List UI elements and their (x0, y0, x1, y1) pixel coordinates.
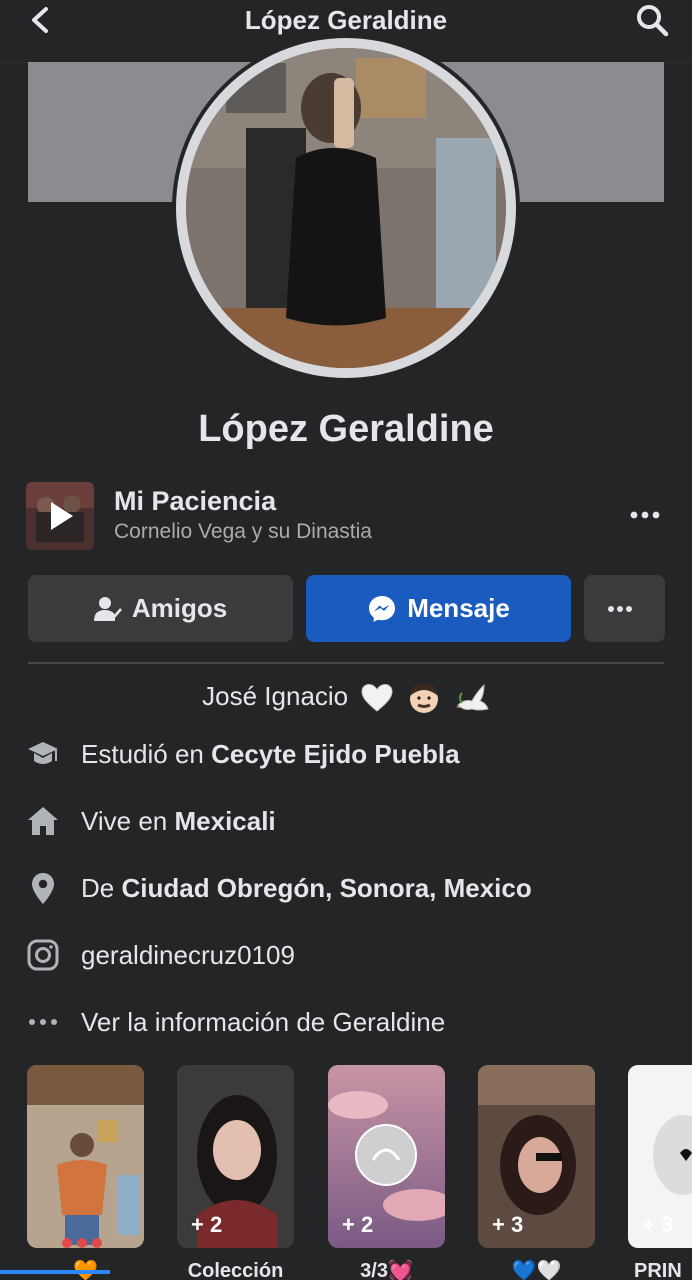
highlight-label: PRIN (634, 1260, 682, 1280)
friends-button[interactable]: Amigos (28, 575, 293, 642)
highlight-label: 💙🤍 (511, 1260, 562, 1280)
lives-in-prefix: Vive en (81, 806, 175, 836)
tab-indicator (0, 1270, 110, 1274)
more-actions-button[interactable] (584, 575, 665, 642)
highlight-item[interactable]: + 2 (328, 1065, 445, 1248)
home-icon (28, 807, 58, 835)
see-about-info-link[interactable]: Ver la información de Geraldine (81, 1004, 445, 1040)
more-options-icon[interactable] (628, 504, 662, 526)
graduation-cap-icon (28, 742, 58, 764)
hometown-region: , Sonora, Mexico (325, 873, 532, 903)
education-prefix: Estudió en (81, 739, 212, 769)
instagram-link[interactable]: geraldinecruz0109 (81, 937, 295, 973)
search-icon[interactable] (634, 2, 670, 38)
message-button-label: Mensaje (407, 593, 510, 623)
highlight-item[interactable]: + 3 (478, 1065, 595, 1248)
friend-check-icon (93, 596, 122, 621)
hometown-prefix: De (81, 873, 122, 903)
highlight-item[interactable]: + 3 (628, 1065, 692, 1248)
lives-in-place[interactable]: Mexicali (174, 806, 275, 836)
bio: José Ignacio (0, 676, 692, 716)
highlight-item[interactable]: + 2 (177, 1065, 294, 1248)
man-face-icon (409, 684, 438, 714)
lives-in-info: Vive en Mexicali (81, 803, 276, 839)
hometown-place[interactable]: Ciudad Obregón (121, 873, 325, 903)
more-horizontal-icon (29, 1019, 57, 1025)
highlight-item[interactable] (27, 1065, 144, 1248)
highlight-count: + 2 (342, 1212, 374, 1237)
highlight-count: + 2 (191, 1212, 223, 1237)
dove-icon (455, 683, 489, 711)
song-artist[interactable]: Cornelio Vega y su Dinastia (114, 518, 372, 546)
education-place[interactable]: Cecyte Ejido Puebla (211, 739, 460, 769)
education-info: Estudió en Cecyte Ejido Puebla (81, 736, 460, 772)
highlight-label: 3/3💓 (360, 1260, 413, 1280)
location-pin-icon (32, 873, 54, 904)
song-title[interactable]: Mi Paciencia (114, 484, 276, 518)
hometown-info: De Ciudad Obregón, Sonora, Mexico (81, 870, 532, 906)
more-horizontal-icon (607, 605, 632, 612)
highlight-thumbnail (27, 1065, 144, 1248)
section-divider (28, 662, 664, 664)
highlight-count: + 3 (642, 1212, 674, 1237)
message-button[interactable]: Mensaje (306, 575, 571, 642)
bio-text: José Ignacio (202, 681, 349, 711)
messenger-icon (369, 595, 396, 622)
highlight-label: Colección (187, 1260, 284, 1280)
profile-photo[interactable] (186, 48, 506, 368)
instagram-icon (27, 939, 59, 971)
highlight-label: 🧡 (27, 1256, 144, 1280)
song-cover-art[interactable] (26, 482, 94, 550)
page-title: López Geraldine (244, 5, 448, 35)
highlight-count: + 3 (492, 1212, 524, 1237)
white-heart-icon (361, 684, 393, 712)
profile-name: López Geraldine (198, 408, 494, 450)
friends-button-label: Amigos (131, 593, 228, 623)
